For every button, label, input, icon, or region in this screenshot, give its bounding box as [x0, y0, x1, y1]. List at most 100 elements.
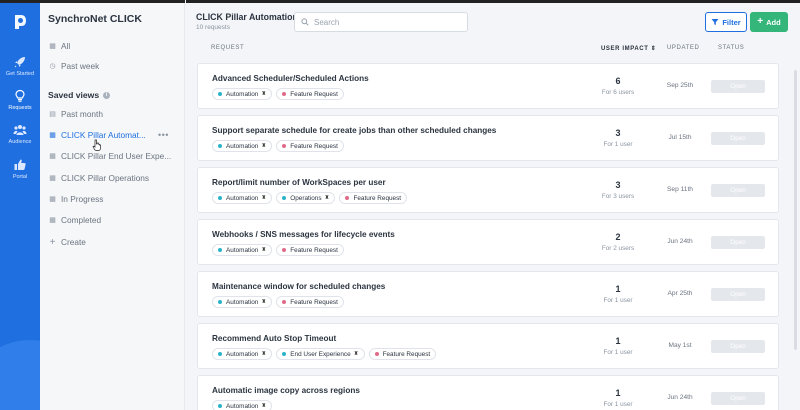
- pillar-icon: ♜: [261, 403, 267, 409]
- status-badge[interactable]: Open: [711, 132, 765, 145]
- search-box[interactable]: [294, 12, 468, 32]
- tag-label: Feature Request: [290, 90, 338, 98]
- add-button[interactable]: + Add: [750, 12, 788, 32]
- saved-view-click-pillar-automation[interactable]: ▦ CLICK Pillar Automat...: [48, 128, 176, 142]
- grid-icon: ▦: [49, 153, 56, 160]
- saved-view-label: Past month: [61, 109, 103, 119]
- tag-chip[interactable]: Automation ♜: [212, 192, 273, 204]
- saved-view-completed[interactable]: ▦ Completed: [48, 213, 176, 227]
- request-row[interactable]: Report/limit number of WorkSpaces per us…: [197, 167, 779, 213]
- request-title[interactable]: Support separate schedule for create job…: [212, 126, 496, 135]
- updated-date: May 1st: [668, 342, 692, 349]
- tag-label: Automation: [226, 350, 259, 358]
- updated-date: Jun 24th: [667, 394, 693, 401]
- search-input[interactable]: [314, 17, 454, 27]
- saved-view-label: In Progress: [61, 194, 104, 204]
- request-title[interactable]: Report/limit number of WorkSpaces per us…: [212, 178, 386, 187]
- pillar-icon: ♜: [261, 247, 267, 253]
- request-title[interactable]: Maintenance window for scheduled changes: [212, 282, 385, 291]
- filter-button[interactable]: Filter: [705, 12, 747, 32]
- rail-label-requests: Requests: [8, 105, 32, 111]
- column-header-user-impact[interactable]: User impact ⇕: [601, 45, 656, 52]
- request-row[interactable]: Automatic image copy across regions Auto…: [197, 375, 779, 410]
- status-badge[interactable]: Open: [711, 184, 765, 197]
- status-badge[interactable]: Open: [711, 236, 765, 249]
- request-row[interactable]: Recommend Auto Stop Timeout Automation ♜ E…: [197, 323, 779, 369]
- app-logo-icon[interactable]: [10, 12, 30, 32]
- tag-chip[interactable]: Automation ♜: [212, 244, 273, 256]
- nav-item-all[interactable]: ▦ All: [48, 39, 176, 53]
- tag-chip[interactable]: Automation ♜: [212, 140, 273, 152]
- request-row[interactable]: Support separate schedule for create job…: [197, 115, 779, 161]
- saved-view-label: CLICK Pillar Automat...: [61, 130, 146, 140]
- tag-chip[interactable]: Operations ♜: [276, 192, 336, 204]
- tag-chip[interactable]: Automation ♜: [212, 348, 273, 360]
- tag-chip[interactable]: Feature Request: [276, 244, 344, 256]
- request-row[interactable]: Maintenance window for scheduled changes…: [197, 271, 779, 317]
- saved-view-label: CLICK Pillar End User Expe...: [61, 151, 172, 161]
- updated-date: Sep 11th: [667, 186, 693, 193]
- rail-item-get-started[interactable]: Get Started: [0, 55, 40, 78]
- tag-chip[interactable]: Feature Request: [276, 88, 344, 100]
- status-badge[interactable]: Open: [711, 340, 765, 353]
- request-title[interactable]: Automatic image copy across regions: [212, 386, 360, 395]
- rail-item-audience[interactable]: Audience: [0, 123, 40, 146]
- request-title[interactable]: Webhooks / SNS messages for lifecycle ev…: [212, 230, 395, 239]
- tag-chip[interactable]: Automation ♜: [212, 88, 273, 100]
- request-title[interactable]: Recommend Auto Stop Timeout: [212, 334, 336, 343]
- saved-view-past-month[interactable]: ▤ Past month: [48, 107, 176, 121]
- tag-dot-icon: [218, 248, 222, 252]
- tag-label: Automation: [226, 194, 259, 202]
- tag-dot-icon: [282, 248, 287, 252]
- tag-chip[interactable]: Feature Request: [368, 348, 437, 360]
- tag-dot-icon: [282, 92, 287, 96]
- tag-label: Automation: [226, 142, 259, 150]
- dashed-grid-icon: ▤: [49, 111, 56, 118]
- tag-chip[interactable]: Automation ♜: [212, 400, 273, 410]
- saved-view-in-progress[interactable]: ▦ In Progress: [48, 192, 176, 206]
- vote-count: 3: [615, 128, 621, 138]
- main-scrollbar[interactable]: [794, 70, 797, 350]
- create-view-button[interactable]: + Create: [48, 235, 176, 249]
- request-count: 10 requests: [196, 24, 230, 31]
- saved-view-click-pillar-operations[interactable]: ▦ CLICK Pillar Operations: [48, 171, 176, 185]
- create-view-label: Create: [61, 237, 86, 247]
- grid-icon: ▦: [49, 43, 56, 50]
- tag-chip[interactable]: Feature Request: [339, 192, 408, 204]
- nav-item-past-week[interactable]: ◷ Past week: [48, 59, 176, 73]
- tag-dot-icon: [218, 144, 222, 148]
- workspace-title: SynchroNet CLICK: [48, 13, 142, 25]
- status-badge[interactable]: Open: [711, 392, 765, 405]
- status-badge[interactable]: Open: [711, 288, 765, 301]
- saved-views-title: Saved views: [48, 90, 100, 100]
- user-count: For 1 user: [603, 141, 633, 148]
- request-tags: Automation ♜ Operations ♜ Feature Request: [212, 192, 408, 204]
- vote-count: 1: [615, 388, 621, 398]
- saved-view-click-pillar-end-user-experience[interactable]: ▦ CLICK Pillar End User Expe...: [48, 149, 176, 163]
- rail-item-portal[interactable]: Portal: [0, 158, 40, 181]
- tag-chip[interactable]: End User Experience ♜: [276, 348, 365, 360]
- tag-dot-icon: [218, 352, 222, 356]
- status-badge[interactable]: Open: [711, 80, 765, 93]
- tag-label: Automation: [226, 402, 259, 410]
- request-title[interactable]: Advanced Scheduler/Scheduled Actions: [212, 74, 369, 83]
- column-header-updated[interactable]: Updated: [667, 45, 699, 51]
- info-icon[interactable]: i: [103, 91, 111, 99]
- pillar-icon: ♜: [261, 91, 267, 97]
- request-row[interactable]: Advanced Scheduler/Scheduled Actions Aut…: [197, 63, 779, 109]
- tag-chip[interactable]: Automation ♜: [212, 296, 273, 308]
- request-tags: Automation ♜ Feature Request: [212, 88, 344, 100]
- more-options-icon[interactable]: •••: [158, 130, 169, 140]
- grid-icon: ▦: [49, 196, 56, 203]
- request-tags: Automation ♜ Feature Request: [212, 296, 344, 308]
- filter-icon: [711, 19, 719, 25]
- saved-views-heading: Saved views i: [48, 90, 111, 100]
- request-row[interactable]: Webhooks / SNS messages for lifecycle ev…: [197, 219, 779, 265]
- tag-chip[interactable]: Feature Request: [276, 296, 344, 308]
- vote-count: 2: [615, 232, 621, 242]
- tag-chip[interactable]: Feature Request: [276, 140, 344, 152]
- user-count: For 2 users: [601, 245, 635, 252]
- rail-item-requests[interactable]: Requests: [0, 89, 40, 112]
- user-count: For 1 user: [603, 349, 633, 356]
- rail-label-audience: Audience: [8, 139, 32, 145]
